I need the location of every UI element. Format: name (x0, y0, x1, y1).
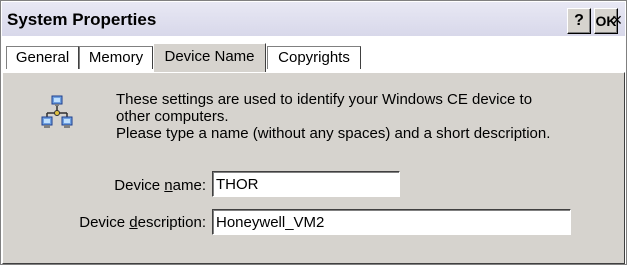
device-name-label: Device name: (114, 177, 206, 194)
device-description-input[interactable]: Honeywell_VM2 (212, 209, 571, 235)
description-line-1: These settings are used to identify your… (116, 91, 533, 108)
description-line-3: Please type a name (without any spaces) … (116, 125, 551, 142)
help-button[interactable]: ? (567, 8, 591, 34)
system-properties-window: System Properties ? OK × General Memory … (0, 0, 627, 265)
tab-copyrights[interactable]: Copyrights (267, 46, 361, 69)
tab-device-name[interactable]: Device Name (153, 43, 266, 72)
tab-memory[interactable]: Memory (79, 46, 153, 69)
window-title: System Properties (7, 10, 157, 29)
description-line-2: other computers. (116, 108, 229, 125)
close-button[interactable]: × (608, 10, 626, 30)
device-name-panel: These settings are used to identify your… (2, 72, 625, 264)
description-text: These settings are used to identify your… (116, 91, 616, 142)
network-computers-icon (41, 95, 73, 128)
device-name-input[interactable]: THOR (212, 171, 400, 197)
tab-strip: General Memory Device Name Copyrights (2, 38, 625, 74)
tab-general[interactable]: General (6, 46, 79, 69)
title-bar: System Properties ? OK × (2, 2, 625, 36)
device-description-label: Device description: (79, 214, 206, 231)
